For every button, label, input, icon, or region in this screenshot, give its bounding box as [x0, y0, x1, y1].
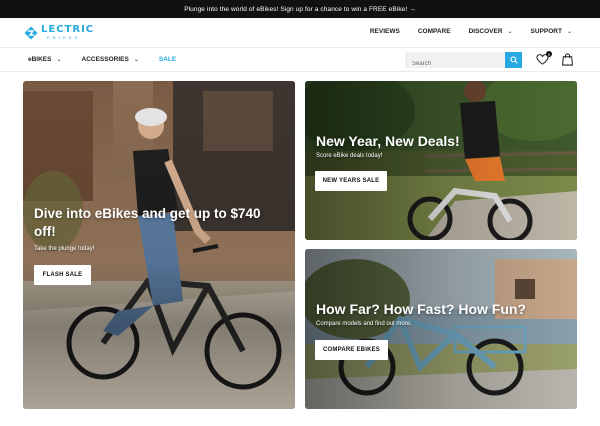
logo-mark-icon: [24, 26, 38, 39]
search-button[interactable]: [505, 52, 522, 68]
search-box: [405, 52, 522, 72]
promo-new-year-image: [305, 81, 577, 240]
new-years-sale-button[interactable]: NEW YEARS SALE: [315, 171, 387, 191]
main-header: LECTRIC EBIKES REVIEWS COMPARE DISCOVER ⌄…: [0, 18, 600, 48]
shopping-bag-icon: [562, 53, 573, 66]
search-input[interactable]: [405, 56, 503, 72]
nav-accessories[interactable]: ACCESSORIES ⌄: [82, 56, 139, 63]
category-nav: eBIKES ⌄ ACCESSORIES ⌄ SALE: [28, 56, 176, 63]
chevron-down-icon: ⌄: [566, 29, 572, 35]
wishlist-count-badge: 0: [546, 51, 552, 57]
chevron-down-icon: ⌄: [133, 57, 139, 63]
compare-ebikes-button[interactable]: COMPARE EBIKES: [315, 340, 388, 360]
announcement-bar[interactable]: Plunge into the world of eBikes! Sign up…: [0, 0, 600, 18]
promo-compare-image: [305, 249, 577, 409]
nav-accessories-label: ACCESSORIES: [81, 56, 129, 63]
nav-reviews-label: REVIEWS: [369, 28, 400, 35]
header-icons: 0: [536, 51, 574, 66]
nav-ebikes-label: eBIKES: [28, 56, 52, 63]
logo-subtext: EBIKES: [47, 35, 81, 40]
nav-reviews[interactable]: REVIEWS: [370, 28, 400, 35]
hero-subtitle: Take the plunge today!: [34, 246, 95, 252]
top-nav: REVIEWS COMPARE DISCOVER ⌄ SUPPORT ⌄: [370, 28, 572, 35]
nav-compare[interactable]: COMPARE: [418, 28, 451, 35]
promo-new-year-title: New Year, New Deals!: [316, 133, 460, 149]
promo-compare-subtitle: Compare models and find out more.: [316, 321, 412, 327]
chevron-down-icon: ⌄: [56, 57, 62, 63]
wishlist-button[interactable]: 0: [536, 51, 552, 66]
nav-support-label: SUPPORT: [530, 28, 562, 35]
nav-ebikes[interactable]: eBIKES ⌄: [28, 56, 62, 63]
promo-new-year-subtitle: Score eBike deals today!: [316, 153, 383, 159]
nav-support[interactable]: SUPPORT ⌄: [531, 28, 572, 35]
nav-compare-label: COMPARE: [417, 28, 451, 35]
nav-discover-label: DISCOVER: [468, 28, 503, 35]
search-icon: [509, 56, 518, 64]
flash-sale-button[interactable]: FLASH SALE: [34, 265, 91, 285]
promo-new-year[interactable]: New Year, New Deals! Score eBike deals t…: [305, 81, 577, 240]
hero-banner[interactable]: Dive into eBikes and get up to $740 off!…: [23, 81, 295, 409]
promo-compare[interactable]: How Far? How Fast? How Fun? Compare mode…: [305, 249, 577, 409]
category-header: eBIKES ⌄ ACCESSORIES ⌄ SALE 0: [0, 48, 600, 72]
logo-wordmark: LECTRIC: [41, 24, 95, 35]
announcement-text[interactable]: Plunge into the world of eBikes! Sign up…: [184, 6, 416, 13]
nav-sale[interactable]: SALE: [159, 56, 176, 63]
nav-discover[interactable]: DISCOVER ⌄: [469, 28, 513, 35]
promo-compare-title: How Far? How Fast? How Fun?: [316, 301, 526, 317]
logo[interactable]: LECTRIC EBIKES: [24, 25, 94, 40]
hero-title: Dive into eBikes and get up to $740 off!: [34, 206, 261, 239]
cart-button[interactable]: [561, 53, 574, 66]
nav-sale-label: SALE: [158, 56, 177, 63]
chevron-down-icon: ⌄: [507, 29, 513, 35]
